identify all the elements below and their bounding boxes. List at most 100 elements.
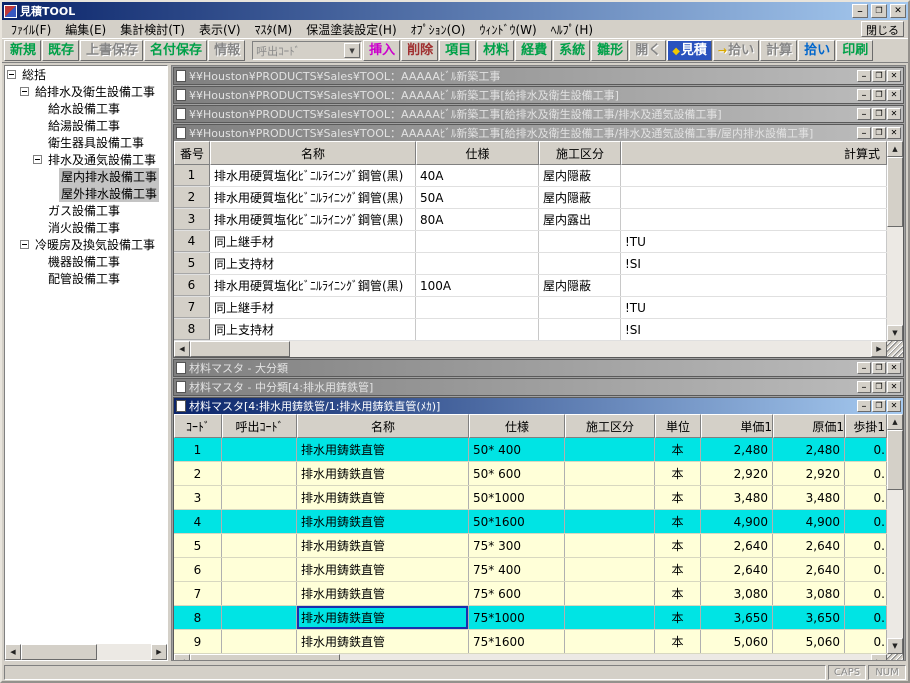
- scroll-left-icon[interactable]: [174, 341, 190, 357]
- chevron-down-icon[interactable]: [344, 43, 360, 58]
- scrollbar-track[interactable]: [290, 341, 871, 357]
- toolbar-button[interactable]: 系統: [553, 40, 590, 61]
- mdi-window-titlebar[interactable]: 材料マスタ[4:排水用鋳鉄管/1:排水用鋳鉄直管(ﾒｶ)]: [174, 398, 903, 414]
- minimize-button[interactable]: [857, 381, 871, 393]
- tree-item[interactable]: 給水設備工事: [5, 100, 167, 117]
- restore-button[interactable]: [872, 362, 886, 374]
- scrollbar-track[interactable]: [97, 644, 151, 660]
- minimize-button[interactable]: [857, 108, 871, 120]
- close-window-button[interactable]: [887, 400, 901, 412]
- tree-item[interactable]: 総括: [5, 66, 167, 83]
- tree-expand-icon[interactable]: [20, 87, 29, 96]
- toolbar-button[interactable]: 項目: [439, 40, 476, 61]
- menu-item[interactable]: ﾌｧｲﾙ(F): [4, 20, 58, 39]
- tree-expand-icon[interactable]: [33, 257, 42, 266]
- tree-item[interactable]: 配管設備工事: [5, 270, 167, 287]
- minimize-button[interactable]: [852, 4, 868, 18]
- toolbar-button[interactable]: 上書保存: [80, 40, 143, 61]
- menu-item[interactable]: 編集(E): [58, 20, 113, 39]
- scrollbar-track[interactable]: [887, 227, 903, 325]
- scroll-right-icon[interactable]: [151, 644, 167, 660]
- toolbar-button[interactable]: 雛形: [591, 40, 628, 61]
- column-header[interactable]: 単位: [655, 414, 701, 438]
- restore-button[interactable]: [872, 70, 886, 82]
- tree-expand-icon[interactable]: [33, 223, 42, 232]
- close-window-button[interactable]: [887, 89, 901, 101]
- scrollbar-track[interactable]: [887, 490, 903, 638]
- scroll-up-icon[interactable]: [887, 141, 903, 157]
- horizontal-scrollbar[interactable]: [174, 654, 903, 661]
- tree-item[interactable]: 機器設備工事: [5, 253, 167, 270]
- mdi-window-titlebar[interactable]: ¥¥Houston¥PRODUCTS¥Sales¥TOOL：AAAAAﾋﾞﾙ新築…: [174, 125, 903, 141]
- menu-item[interactable]: 表示(V): [192, 20, 248, 39]
- vertical-scrollbar[interactable]: [887, 414, 903, 654]
- mdi-window-titlebar[interactable]: ¥¥Houston¥PRODUCTS¥Sales¥TOOL：AAAAAﾋﾞﾙ新築…: [173, 67, 904, 85]
- menu-item[interactable]: ﾏｽﾀ(M): [248, 20, 300, 39]
- tree-item[interactable]: 排水及通気設備工事: [5, 151, 167, 168]
- column-header[interactable]: 単価1: [701, 414, 773, 438]
- close-window-button[interactable]: [887, 108, 901, 120]
- tree-expand-icon[interactable]: [7, 70, 16, 79]
- scrollbar-thumb[interactable]: [21, 644, 97, 660]
- column-header[interactable]: 呼出ｺｰﾄﾞ: [222, 414, 297, 438]
- restore-button[interactable]: [872, 381, 886, 393]
- tree-expand-icon[interactable]: [46, 172, 55, 181]
- toolbar-button[interactable]: 印刷: [836, 40, 873, 61]
- column-header[interactable]: 施工区分: [565, 414, 655, 438]
- menu-item[interactable]: ｳｨﾝﾄﾞｳ(W): [472, 20, 543, 39]
- column-header[interactable]: 仕様: [416, 141, 539, 165]
- close-window-button[interactable]: [887, 127, 901, 139]
- column-header[interactable]: 原価1: [773, 414, 845, 438]
- minimize-button[interactable]: [857, 400, 871, 412]
- close-window-button[interactable]: [890, 4, 906, 18]
- menu-item[interactable]: ﾍﾙﾌﾟ(H): [544, 20, 600, 39]
- tree-horizontal-scrollbar[interactable]: [5, 644, 167, 660]
- minimize-button[interactable]: [857, 89, 871, 101]
- tree-item[interactable]: 屋内排水設備工事: [5, 168, 167, 185]
- toolbar-button[interactable]: 計算: [760, 40, 797, 61]
- tree-expand-icon[interactable]: [46, 189, 55, 198]
- column-header[interactable]: ｺｰﾄﾞ: [174, 414, 222, 438]
- column-header[interactable]: 番号: [174, 141, 210, 165]
- resize-grip[interactable]: [887, 341, 903, 357]
- tree-expand-icon[interactable]: [20, 240, 29, 249]
- toolbar-button[interactable]: 拾い: [798, 40, 835, 61]
- tree-item[interactable]: ガス設備工事: [5, 202, 167, 219]
- restore-button[interactable]: [872, 89, 886, 101]
- menu-item[interactable]: ｵﾌﾟｼｮﾝ(O): [404, 20, 473, 39]
- column-header[interactable]: 名称: [297, 414, 469, 438]
- column-header[interactable]: 歩掛1: [845, 414, 887, 438]
- scrollbar-track[interactable]: [340, 654, 871, 661]
- restore-button[interactable]: [872, 108, 886, 120]
- menu-item[interactable]: 集計検討(T): [113, 20, 192, 39]
- tree-expand-icon[interactable]: [33, 104, 42, 113]
- scroll-left-icon[interactable]: [5, 644, 21, 660]
- scroll-right-icon[interactable]: [871, 654, 887, 661]
- minimize-button[interactable]: [857, 362, 871, 374]
- horizontal-scrollbar[interactable]: [174, 341, 903, 357]
- mdi-window-titlebar[interactable]: 材料マスタ - 中分類[4:排水用鋳鉄管]: [173, 378, 904, 396]
- tree-item[interactable]: 屋外排水設備工事: [5, 185, 167, 202]
- toolbar-button[interactable]: 既存: [42, 40, 79, 61]
- toolbar-button[interactable]: 開く: [629, 40, 666, 61]
- scroll-right-icon[interactable]: [871, 341, 887, 357]
- toolbar-button[interactable]: 削除: [401, 40, 438, 61]
- scrollbar-thumb[interactable]: [887, 157, 903, 227]
- column-header[interactable]: 計算式: [621, 141, 887, 165]
- toolbar-button[interactable]: 拾い: [713, 40, 759, 61]
- close-document-button[interactable]: 閉じる: [861, 21, 904, 37]
- menu-item[interactable]: 保温塗装設定(H): [299, 20, 403, 39]
- tree-item[interactable]: 給湯設備工事: [5, 117, 167, 134]
- tree-item[interactable]: 消火設備工事: [5, 219, 167, 236]
- tree-expand-icon[interactable]: [33, 206, 42, 215]
- column-header[interactable]: 施工区分: [539, 141, 621, 165]
- toolbar-button[interactable]: 経費: [515, 40, 552, 61]
- scrollbar-thumb[interactable]: [190, 654, 340, 661]
- tree-expand-icon[interactable]: [33, 138, 42, 147]
- toolbar-button[interactable]: 名付保存: [144, 40, 207, 61]
- mdi-window-titlebar[interactable]: 材料マスタ - 大分類: [173, 359, 904, 377]
- toolbar-button[interactable]: 材料: [477, 40, 514, 61]
- mdi-window-titlebar[interactable]: ¥¥Houston¥PRODUCTS¥Sales¥TOOL：AAAAAﾋﾞﾙ新築…: [173, 105, 904, 123]
- toolbar-button[interactable]: 見積: [667, 40, 712, 61]
- toolbar-button[interactable]: 情報: [208, 40, 245, 61]
